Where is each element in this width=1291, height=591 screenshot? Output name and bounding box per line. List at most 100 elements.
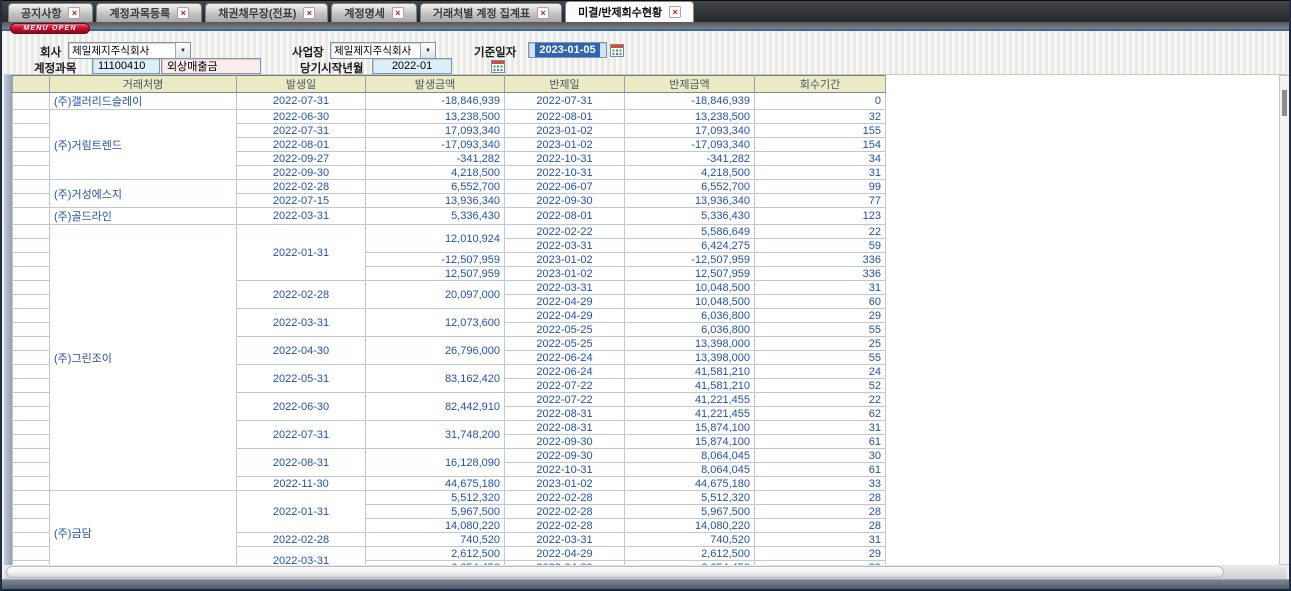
collect-days-cell[interactable]: 55	[755, 323, 886, 337]
close-icon[interactable]: ×	[669, 6, 681, 18]
row-header-cell[interactable]	[13, 110, 50, 124]
row-header-cell[interactable]	[13, 533, 50, 547]
settle-amount-cell[interactable]: 2,612,500	[625, 547, 755, 561]
occur-date-cell[interactable]: 2022-03-31	[237, 547, 366, 566]
settle-date-cell[interactable]: 2022-09-30	[505, 194, 625, 208]
settle-date-cell[interactable]: 2022-06-24	[505, 365, 625, 379]
customer-cell[interactable]: (주)거림트렌드	[50, 110, 237, 180]
row-header-cell[interactable]	[13, 379, 50, 393]
occur-date-cell[interactable]: 2022-03-31	[237, 309, 366, 337]
settle-amount-cell[interactable]: 41,221,455	[625, 407, 755, 421]
occur-amount-cell[interactable]: 44,675,180	[366, 477, 505, 491]
settle-date-cell[interactable]: 2022-02-28	[505, 491, 625, 505]
settle-amount-cell[interactable]: 13,936,340	[625, 194, 755, 208]
collect-days-cell[interactable]: 77	[755, 194, 886, 208]
settle-amount-cell[interactable]: 44,675,180	[625, 477, 755, 491]
collect-days-cell[interactable]: 29	[755, 309, 886, 323]
settle-amount-cell[interactable]: -341,282	[625, 152, 755, 166]
occur-amount-cell[interactable]: 5,512,320	[366, 491, 505, 505]
occur-amount-cell[interactable]: 6,552,700	[366, 180, 505, 194]
row-header-cell[interactable]	[13, 166, 50, 180]
occur-amount-cell[interactable]: -12,507,959	[366, 253, 505, 267]
occur-amount-cell[interactable]: 12,010,924	[366, 225, 505, 253]
settle-amount-cell[interactable]: 6,036,800	[625, 323, 755, 337]
vertical-scrollbar-thumb[interactable]	[1282, 90, 1287, 116]
settle-amount-cell[interactable]: 5,967,500	[625, 505, 755, 519]
settle-date-cell[interactable]: 2022-03-31	[505, 239, 625, 253]
collect-days-cell[interactable]: 32	[755, 110, 886, 124]
settle-amount-cell[interactable]: 8,064,045	[625, 449, 755, 463]
row-header-cell[interactable]	[13, 152, 50, 166]
row-header-cell[interactable]	[13, 281, 50, 295]
settle-date-cell[interactable]: 2023-01-02	[505, 138, 625, 152]
customer-cell[interactable]: (주)갤러리드슬레이	[50, 93, 237, 110]
collect-days-cell[interactable]: 155	[755, 124, 886, 138]
settle-date-cell[interactable]: 2022-07-31	[505, 93, 625, 110]
settle-date-cell[interactable]: 2022-08-31	[505, 407, 625, 421]
vertical-scrollbar[interactable]	[1279, 75, 1290, 565]
branch-select[interactable]: 제일제지주식회사 ▼	[330, 42, 436, 59]
settle-amount-cell[interactable]: 8,064,045	[625, 463, 755, 477]
collect-days-cell[interactable]: 59	[755, 239, 886, 253]
collect-days-cell[interactable]: 28	[755, 491, 886, 505]
close-icon[interactable]: ×	[177, 7, 189, 19]
occur-amount-cell[interactable]: 5,336,430	[366, 208, 505, 225]
occur-date-cell[interactable]: 2022-06-30	[237, 393, 366, 421]
collect-days-cell[interactable]: 123	[755, 208, 886, 225]
occur-amount-cell[interactable]: 12,073,600	[366, 309, 505, 337]
collect-days-cell[interactable]: 31	[755, 281, 886, 295]
row-header-cell[interactable]	[13, 253, 50, 267]
occur-amount-cell[interactable]: 2,612,500	[366, 547, 505, 561]
occur-date-cell[interactable]: 2022-04-30	[237, 337, 366, 365]
row-header-cell[interactable]	[13, 208, 50, 225]
settle-date-cell[interactable]: 2022-02-28	[505, 519, 625, 533]
occur-date-cell[interactable]: 2022-09-30	[237, 166, 366, 180]
row-header-cell[interactable]	[13, 393, 50, 407]
settle-date-cell[interactable]: 2023-01-02	[505, 267, 625, 281]
settle-date-cell[interactable]: 2022-08-01	[505, 208, 625, 225]
occur-date-cell[interactable]: 2022-07-15	[237, 194, 366, 208]
collect-days-cell[interactable]: 52	[755, 379, 886, 393]
settle-date-cell[interactable]: 2022-06-24	[505, 351, 625, 365]
occur-amount-cell[interactable]: 5,967,500	[366, 505, 505, 519]
collect-days-cell[interactable]: 28	[755, 505, 886, 519]
collect-days-cell[interactable]: 22	[755, 393, 886, 407]
occur-amount-cell[interactable]: 4,218,500	[366, 166, 505, 180]
collect-days-cell[interactable]: 154	[755, 138, 886, 152]
occur-date-cell[interactable]: 2022-03-31	[237, 208, 366, 225]
row-header-cell[interactable]	[13, 519, 50, 533]
settle-amount-cell[interactable]: 5,586,649	[625, 225, 755, 239]
occur-date-cell[interactable]: 2022-09-27	[237, 152, 366, 166]
occur-date-cell[interactable]: 2022-01-31	[237, 491, 366, 533]
row-header-cell[interactable]	[13, 309, 50, 323]
settle-date-cell[interactable]: 2022-04-29	[505, 309, 625, 323]
occur-amount-cell[interactable]: 17,093,340	[366, 124, 505, 138]
row-header-cell[interactable]	[13, 547, 50, 561]
customer-cell[interactable]: (주)골드라인	[50, 208, 237, 225]
settle-amount-cell[interactable]: 14,080,220	[625, 519, 755, 533]
collect-days-cell[interactable]: 55	[755, 351, 886, 365]
settle-amount-cell[interactable]: 4,218,500	[625, 166, 755, 180]
settle-amount-cell[interactable]: 41,221,455	[625, 393, 755, 407]
occur-date-cell[interactable]: 2022-02-28	[237, 281, 366, 309]
settle-amount-cell[interactable]: 13,398,000	[625, 337, 755, 351]
collect-days-cell[interactable]: 336	[755, 267, 886, 281]
collect-days-cell[interactable]: 0	[755, 93, 886, 110]
settle-amount-cell[interactable]: 13,398,000	[625, 351, 755, 365]
row-header-cell[interactable]	[13, 351, 50, 365]
row-header-cell[interactable]	[13, 295, 50, 309]
collect-days-cell[interactable]: 24	[755, 365, 886, 379]
settle-date-cell[interactable]: 2022-08-01	[505, 110, 625, 124]
settle-date-cell[interactable]: 2022-10-31	[505, 152, 625, 166]
base-date-input[interactable]: 2023-01-05	[528, 42, 607, 58]
settle-amount-cell[interactable]: 5,512,320	[625, 491, 755, 505]
occur-amount-cell[interactable]: -17,093,340	[366, 138, 505, 152]
customer-cell[interactable]: (주)그린조이	[50, 225, 237, 491]
settle-amount-cell[interactable]: 6,036,800	[625, 309, 755, 323]
settle-amount-cell[interactable]: -17,093,340	[625, 138, 755, 152]
settle-amount-cell[interactable]: 15,874,100	[625, 421, 755, 435]
occur-date-cell[interactable]: 2022-02-28	[237, 180, 366, 194]
occur-date-cell[interactable]: 2022-06-30	[237, 110, 366, 124]
settle-amount-cell[interactable]: 41,581,210	[625, 365, 755, 379]
occur-amount-cell[interactable]: 31,748,200	[366, 421, 505, 449]
